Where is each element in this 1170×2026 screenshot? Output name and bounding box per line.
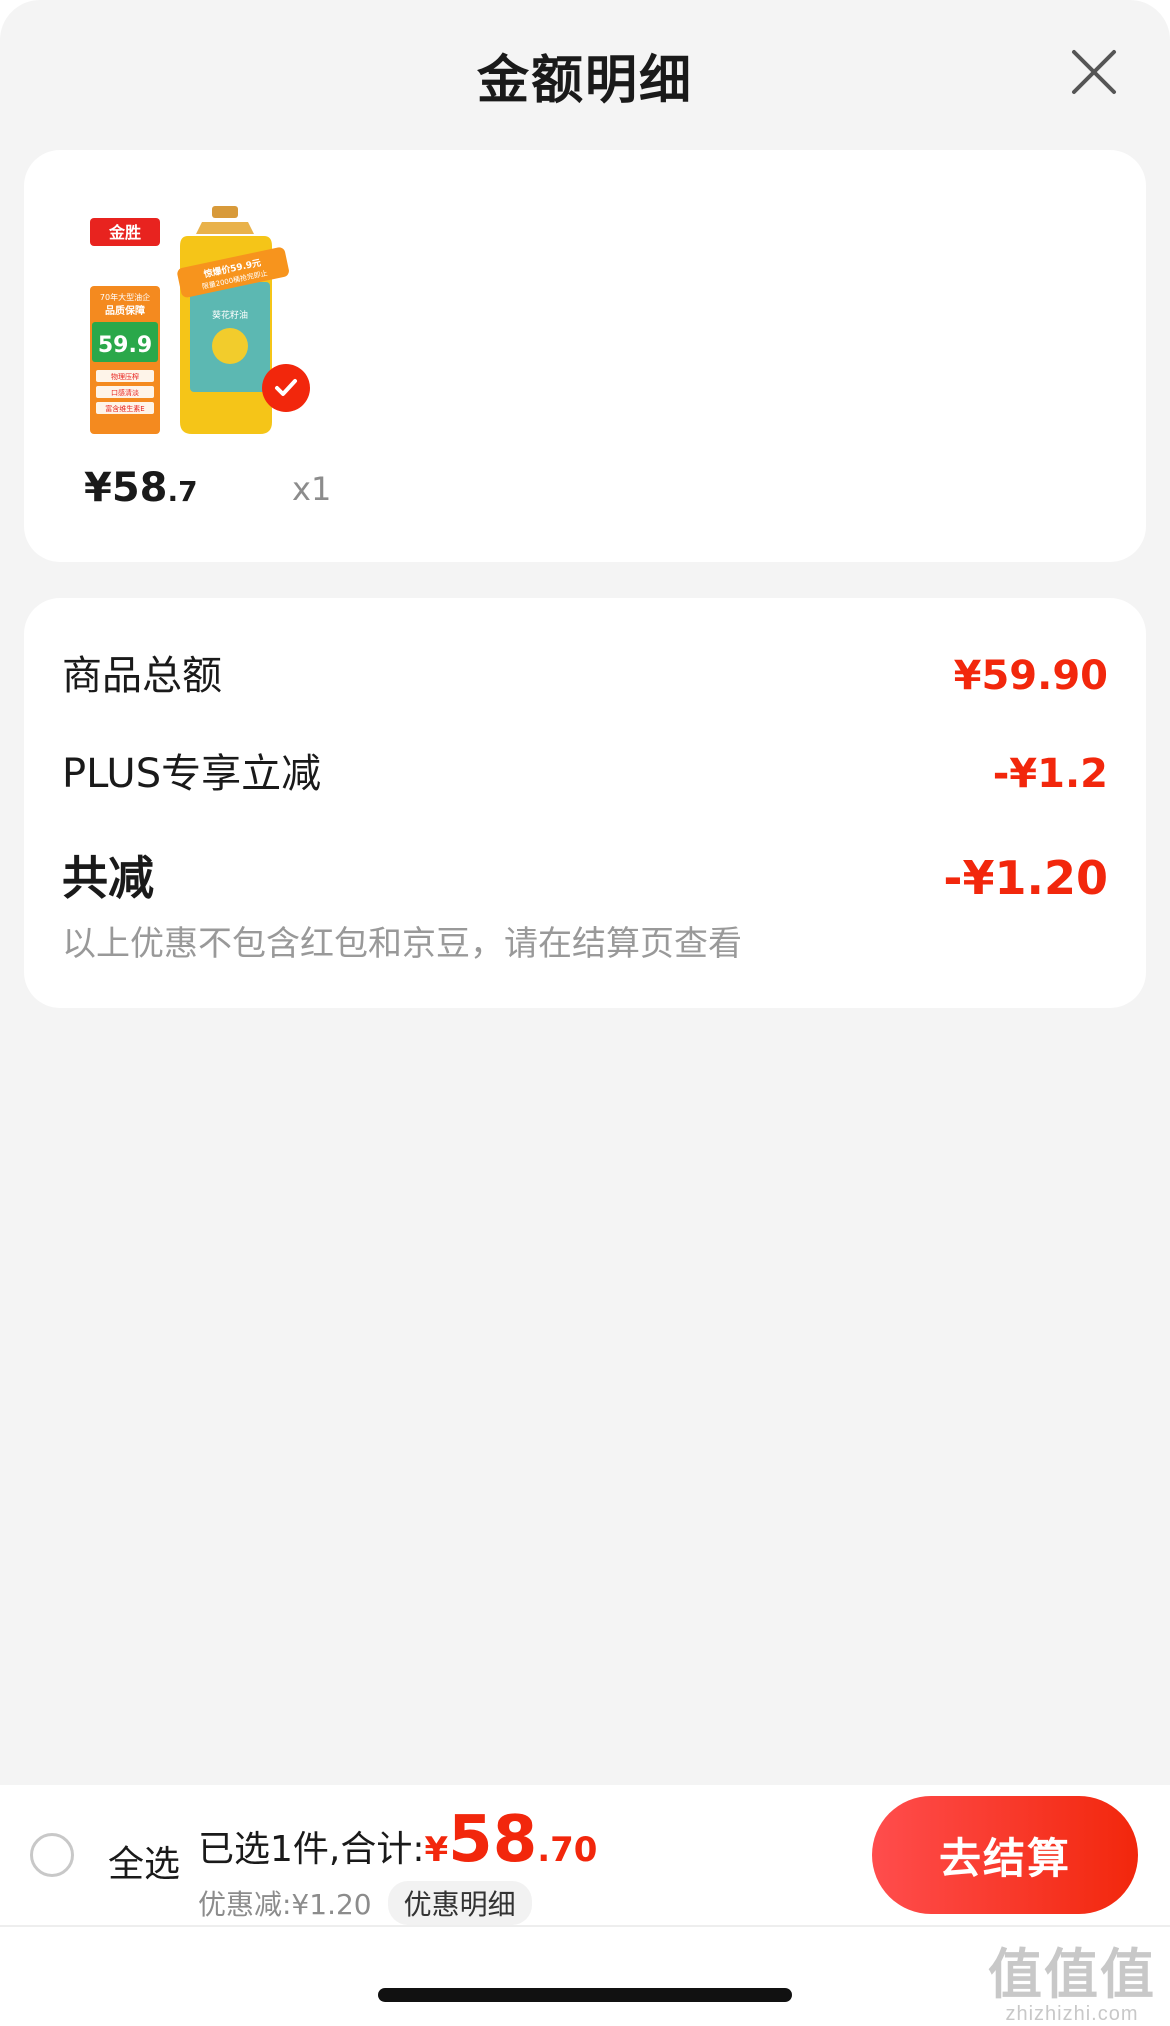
product-thumbnail[interactable]: 金胜 70年大型油企 品质保障 59.9 物理压榨 口感清淡 富含维生素E 葵花… [84, 206, 294, 596]
discount-note: 以上优惠不包含红包和京豆，请在结算页查看 [62, 924, 742, 964]
svg-text:70年大型油企: 70年大型油企 [100, 292, 150, 302]
select-all-checkbox[interactable] [30, 1833, 74, 1877]
svg-text:品质保障: 品质保障 [105, 304, 145, 317]
close-button[interactable] [1066, 44, 1122, 100]
brand-logo-text: 金胜 [108, 223, 141, 242]
page-title: 金额明细 [476, 51, 693, 111]
plus-discount-value: -¥1.2 [992, 751, 1108, 797]
checkout-bar: 全选 已选1件,合计:¥58.70 优惠减:¥1.20 优惠明细 去结算 [0, 1785, 1170, 1925]
product-card: 金胜 70年大型油企 品质保障 59.9 物理压榨 口感清淡 富含维生素E 葵花… [24, 150, 1146, 562]
svg-text:富含维生素E: 富含维生素E [105, 404, 144, 413]
selected-count-text: 已选1件,合计: [198, 1829, 425, 1870]
watermark: 值值值 zhizhizhi.com [988, 1930, 1156, 2026]
discount-detail-button[interactable]: 优惠明细 [387, 1881, 532, 1925]
svg-text:葵花籽油: 葵花籽油 [212, 309, 248, 321]
watermark-logo: 值值值 [988, 1945, 1156, 2005]
goods-total-row: 商品总额 ¥59.90 [62, 643, 1108, 701]
total-discount-row: 共减 -¥1.20 [62, 842, 1108, 908]
svg-text:口感清淡: 口感清淡 [111, 388, 139, 397]
total-currency: ¥ [424, 1830, 449, 1870]
sheet-header: 金额明细 [0, 0, 1170, 150]
selected-total: 已选1件,合计:¥58.70 [198, 1803, 597, 1877]
amount-detail-sheet: 金额明细 金胜 70年大型油企 品质保障 59.9 物理压榨 口感清淡 富含维生… [0, 0, 1170, 1785]
selected-check-badge[interactable] [262, 364, 310, 412]
plus-discount-row: PLUS专享立减 -¥1.2 [62, 741, 1108, 799]
check-icon [275, 379, 297, 396]
select-all-label[interactable]: 全选 [108, 1835, 180, 1887]
badge-price: 59.9 [98, 333, 152, 358]
total-amount-int: 58 [448, 1803, 538, 1877]
total-discount-value: -¥1.20 [943, 851, 1108, 905]
total-amount-dec: .70 [537, 1830, 598, 1870]
discount-amount-text: 优惠减:¥1.20 [198, 1888, 372, 1921]
discount-line: 优惠减:¥1.20 优惠明细 [198, 1881, 532, 1925]
product-image: 金胜 70年大型油企 品质保障 59.9 物理压榨 口感清淡 富含维生素E 葵花… [90, 206, 289, 434]
price-summary-card: 商品总额 ¥59.90 PLUS专享立减 -¥1.2 共减 -¥1.20 以上优… [24, 598, 1146, 1008]
plus-discount-label: PLUS专享立减 [62, 751, 322, 797]
goods-total-value: ¥59.90 [953, 653, 1108, 699]
checkout-button[interactable]: 去结算 [872, 1796, 1138, 1914]
total-discount-label: 共减 [62, 851, 154, 905]
divider [0, 1925, 1170, 1927]
goods-total-label: 商品总额 [62, 653, 222, 699]
item-price: ¥58.7 [84, 465, 198, 511]
svg-text:物理压榨: 物理压榨 [111, 372, 139, 381]
item-quantity: x1 [292, 470, 332, 508]
close-icon [1072, 50, 1116, 94]
home-indicator[interactable] [378, 1988, 792, 2002]
